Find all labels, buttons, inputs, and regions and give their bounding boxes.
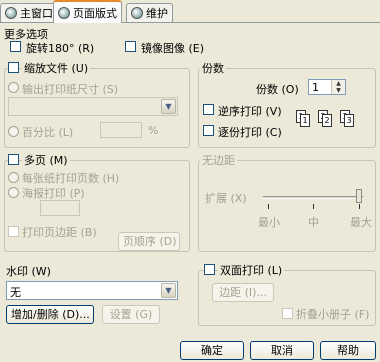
no-margin-group: [198, 160, 376, 252]
duplex-checkbox[interactable]: [204, 264, 215, 275]
help-button[interactable]: 帮助: [320, 341, 376, 360]
copies-stepper[interactable]: 1 ▲ ▼: [308, 79, 346, 95]
collate-checkbox[interactable]: [203, 125, 214, 136]
scale-checkbox[interactable]: [8, 62, 19, 73]
reverse-order-label: 逆序打印 (V): [218, 105, 282, 118]
tick-mid-label: 中: [308, 216, 319, 229]
watermark-settings-button[interactable]: 设置 (G): [102, 305, 160, 324]
collate-pages-icon: 33: [340, 110, 358, 132]
tick-min-label: 最小: [258, 216, 280, 229]
pages-per-sheet-radio[interactable]: [8, 172, 19, 183]
cancel-button[interactable]: 取消: [250, 341, 314, 360]
pages-select[interactable]: [40, 200, 80, 216]
booklet-checkbox[interactable]: [282, 308, 293, 319]
output-size-radio[interactable]: [8, 82, 19, 93]
watermark-title: 水印 (W): [6, 265, 51, 278]
reverse-order-checkbox[interactable]: [203, 104, 214, 115]
copies-value: 1: [312, 81, 319, 94]
copies-label: 份数 (O): [256, 83, 299, 96]
slider-tick: [268, 204, 269, 209]
percent-label: 百分比 (L): [22, 126, 74, 139]
maintenance-icon: [131, 7, 143, 19]
expand-label: 扩展 (X): [205, 192, 247, 205]
tab-maintenance[interactable]: 维护: [126, 3, 173, 22]
duplex-margin-button[interactable]: 边距 (I)...: [212, 283, 274, 302]
page-order-button[interactable]: 页顺序 (D): [118, 232, 180, 251]
collate-label: 逐份打印 (C): [218, 126, 282, 139]
pages-per-sheet-label: 每张纸打印页数 (H): [22, 172, 120, 185]
scale-title: 缩放文件 (U): [22, 60, 91, 76]
tab-bar: 主窗口 页面版式 维护: [0, 0, 380, 23]
percent-radio[interactable]: [8, 126, 19, 137]
copies-title: 份数: [200, 60, 226, 76]
duplex-title: 双面打印 (L): [218, 262, 285, 278]
spin-up-icon[interactable]: ▲: [332, 80, 345, 87]
watermark-select[interactable]: 无 ▼: [6, 281, 178, 300]
mirror-label: 镜像图像 (E): [141, 42, 205, 55]
tab-label: 维护: [146, 7, 168, 20]
page-border-label: 打印页边距 (B): [22, 226, 97, 239]
ok-button[interactable]: 确定: [180, 341, 244, 360]
rotate-label: 旋转180° (R): [26, 42, 95, 55]
multi-page-checkbox[interactable]: [8, 154, 19, 165]
no-margin-title: 无边距: [200, 152, 237, 168]
expand-slider-thumb[interactable]: [356, 189, 362, 203]
percent-unit: %: [148, 124, 159, 137]
tab-main-window[interactable]: 主窗口: [0, 3, 58, 22]
slider-tick: [313, 204, 314, 209]
mirror-checkbox[interactable]: [125, 41, 136, 52]
rotate-checkbox[interactable]: [10, 41, 21, 52]
spin-down-icon[interactable]: ▼: [332, 87, 345, 94]
output-size-label: 输出打印纸尺寸 (S): [22, 83, 119, 96]
collate-pages-icon: 22: [318, 110, 336, 132]
watermark-value: 无: [10, 286, 21, 299]
tab-page-layout[interactable]: 页面版式: [53, 0, 122, 23]
main-window-icon: [5, 7, 17, 19]
chevron-down-icon: ▼: [161, 283, 176, 298]
chevron-down-icon: ▼: [161, 99, 176, 114]
slider-tick: [359, 204, 360, 209]
poster-radio[interactable]: [8, 187, 19, 198]
collate-pages-icon: 11: [296, 110, 314, 132]
multi-page-title: 多页 (M): [22, 152, 70, 168]
page-border-checkbox[interactable]: [8, 226, 19, 237]
expand-slider-track[interactable]: [263, 196, 363, 199]
percent-stepper[interactable]: [100, 122, 142, 138]
tick-max-label: 最大: [350, 216, 372, 229]
tab-label: 主窗口: [20, 7, 53, 20]
page-layout-icon: [58, 6, 70, 19]
paper-size-select[interactable]: ▼: [8, 97, 178, 116]
watermark-add-delete-button[interactable]: 增加/删除 (D)...: [6, 305, 94, 324]
spin-arrows[interactable]: ▲ ▼: [331, 80, 345, 94]
poster-label: 海报打印 (P): [22, 187, 85, 200]
tab-label: 页面版式: [73, 6, 117, 20]
booklet-label: 折叠小册子 (F): [296, 308, 370, 321]
